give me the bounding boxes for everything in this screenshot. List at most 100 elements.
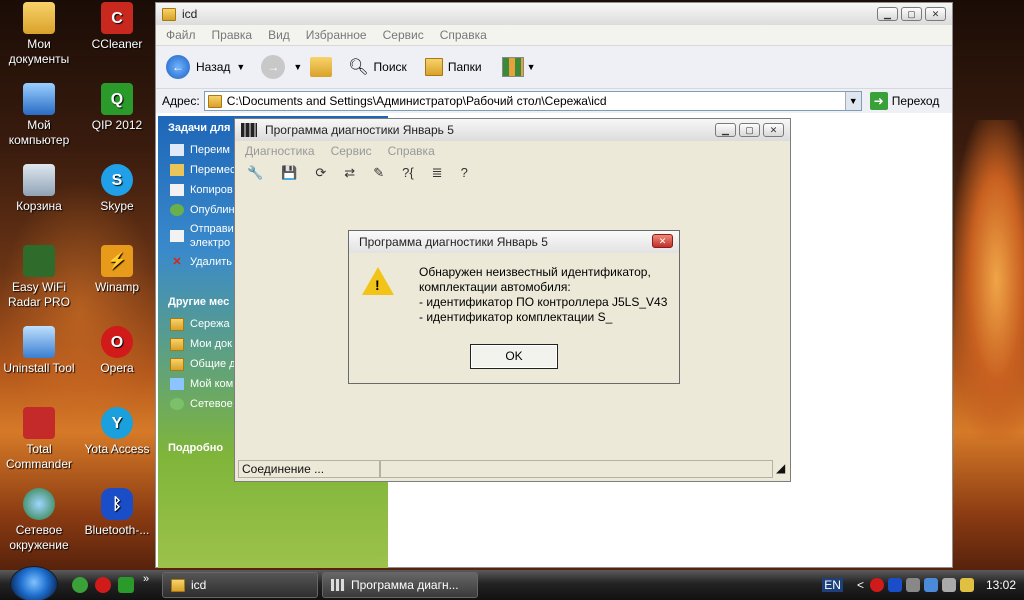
desktop-icon-ccleaner[interactable]: C CCleaner (78, 2, 156, 52)
globe-icon (170, 398, 184, 410)
desktop-icon-my-documents[interactable]: Мои документы (0, 2, 78, 67)
chevron-left-icon[interactable]: < (857, 578, 864, 592)
task-label: Удалить (190, 256, 232, 268)
desktop-icon-total-commander[interactable]: Total Commander (0, 407, 78, 472)
skype-icon: S (101, 164, 133, 196)
maximize-button[interactable]: ▢ (901, 7, 922, 21)
taskbar-item-icd[interactable]: icd (162, 572, 318, 598)
chevron-right-icon[interactable]: » (143, 573, 149, 585)
folders-button[interactable]: Папки (424, 58, 482, 76)
desktop-icon-network[interactable]: Сетевое окружение (0, 488, 78, 553)
chevron-down-icon[interactable]: ▼ (844, 92, 861, 110)
menu-view[interactable]: Вид (268, 28, 290, 42)
exchange-icon[interactable]: ⇄ (344, 165, 355, 181)
back-button[interactable]: ← Назад ▼ (166, 55, 245, 79)
message-line: комплектации автомобиля: (419, 280, 571, 294)
utorrent-icon[interactable] (72, 577, 88, 593)
dialog-title: Программа диагностики Январь 5 (359, 235, 548, 249)
diagnostics-titlebar[interactable]: Программа диагностики Январь 5 ▁ ▢ ✕ (235, 119, 790, 141)
move-icon (170, 164, 184, 176)
menu-service[interactable]: Сервис (331, 144, 372, 158)
start-button[interactable] (10, 566, 58, 600)
folder-icon (170, 317, 184, 331)
desktop-icon-my-computer[interactable]: Мой компьютер (0, 83, 78, 148)
folders-label: Папки (447, 60, 482, 74)
ok-button[interactable]: OK (470, 344, 558, 369)
taskbar-item-diagnostics[interactable]: Программа диагн... (322, 572, 478, 598)
icon-label: CCleaner (91, 37, 143, 51)
volume-tray-icon[interactable] (941, 578, 956, 592)
network-tray-icon[interactable] (923, 578, 938, 592)
save-icon[interactable]: 💾 (281, 165, 297, 181)
desktop-icon-skype[interactable]: S Skype (78, 164, 156, 214)
clock[interactable]: 13:02 (986, 578, 1016, 592)
close-button[interactable]: ✕ (763, 123, 784, 137)
resize-grip[interactable]: ◢ (773, 460, 787, 478)
opera-tray-icon[interactable] (869, 578, 884, 592)
chevron-down-icon[interactable]: ▼ (293, 62, 302, 72)
desktop-icon-bluetooth[interactable]: ᛒ Bluetooth-... (78, 488, 156, 538)
address-field[interactable]: C:\Documents and Settings\Администратор\… (203, 91, 862, 111)
ccleaner-icon: C (101, 2, 133, 34)
taskbar-label: Программа диагн... (351, 578, 459, 592)
desktop-icon-easy-wifi[interactable]: Easy WiFi Radar PRO (0, 245, 78, 310)
forward-button[interactable]: → (261, 55, 286, 79)
explorer-titlebar[interactable]: icd ▁ ▢ ✕ (156, 3, 952, 25)
close-button[interactable]: ✕ (652, 234, 673, 248)
chip-icon (331, 579, 345, 591)
refresh-icon[interactable]: ⟳ (315, 165, 326, 181)
views-button[interactable]: ▼ (501, 57, 535, 77)
menu-tools[interactable]: Сервис (383, 28, 424, 42)
place-label: Сережа (190, 318, 230, 330)
bluetooth-tray-icon[interactable] (887, 578, 902, 592)
search-button[interactable]: 🔍︎ Поиск (348, 57, 407, 77)
place-label: Мой ком (190, 378, 234, 390)
menu-help[interactable]: Справка (440, 28, 487, 42)
computer-icon (170, 378, 184, 390)
rename-icon (170, 144, 184, 156)
minimize-button[interactable]: ▁ (715, 123, 736, 137)
menu-help[interactable]: Справка (388, 144, 435, 158)
tools-icon[interactable]: ✎ (373, 165, 384, 181)
back-label: Назад (196, 60, 231, 74)
menu-diagnostics[interactable]: Диагностика (245, 144, 315, 158)
up-folder-icon[interactable] (310, 57, 333, 77)
go-button[interactable]: ➜ Переход (869, 92, 939, 110)
menu-edit[interactable]: Правка (212, 28, 253, 42)
language-indicator[interactable]: EN (822, 578, 843, 592)
message-line: - идентификатор ПО контроллера J5LS_V43 (419, 295, 668, 309)
system-tray: EN < 13:02 (822, 570, 1024, 600)
menu-favorites[interactable]: Избранное (306, 28, 367, 42)
code-help-icon[interactable]: ?{ (402, 165, 414, 181)
dialog-message: Обнаружен неизвестный идентификатор, ком… (419, 265, 667, 325)
chevron-down-icon[interactable]: ▼ (236, 62, 245, 72)
desktop-icon-opera[interactable]: O Opera (78, 326, 156, 376)
icon-label: Корзина (16, 199, 62, 213)
power-tray-icon[interactable] (959, 578, 974, 592)
desktop-icon-winamp[interactable]: ⚡ Winamp (78, 245, 156, 295)
desktop-icon-uninstall-tool[interactable]: Uninstall Tool (0, 326, 78, 376)
wrench-icon[interactable]: 🔧 (247, 165, 263, 181)
opera-icon[interactable] (95, 577, 111, 593)
explorer-menubar: Файл Правка Вид Избранное Сервис Справка (156, 25, 952, 45)
minimize-button[interactable]: ▁ (877, 7, 898, 21)
tools-tray-icon[interactable] (905, 578, 920, 592)
desktop-icon-recycle-bin[interactable]: Корзина (0, 164, 78, 214)
icon-label: Сетевое окружение (9, 523, 69, 552)
dialog-titlebar[interactable]: Программа диагностики Январь 5 ✕ (349, 231, 679, 253)
taskbar: » icd Программа диагн... EN < 13:02 (0, 566, 1024, 600)
desktop-icon-yota-access[interactable]: Y Yota Access (78, 407, 156, 457)
menu-file[interactable]: Файл (166, 28, 196, 42)
help-icon[interactable]: ? (461, 165, 468, 181)
list-icon[interactable]: ≣ (432, 165, 443, 181)
window-title: icd (182, 7, 198, 21)
qip-icon: Q (101, 83, 133, 115)
maximize-button[interactable]: ▢ (739, 123, 760, 137)
qip-icon[interactable] (118, 577, 134, 593)
close-button[interactable]: ✕ (925, 7, 946, 21)
task-label: Переим (190, 144, 230, 156)
desktop-icon-qip[interactable]: Q QIP 2012 (78, 83, 156, 133)
explorer-toolbar: ← Назад ▼ → ▼ 🔍︎ Поиск Папки ▼ (156, 45, 952, 89)
window-title: Программа диагностики Январь 5 (265, 123, 454, 137)
warning-icon-mark: ! (375, 277, 380, 293)
